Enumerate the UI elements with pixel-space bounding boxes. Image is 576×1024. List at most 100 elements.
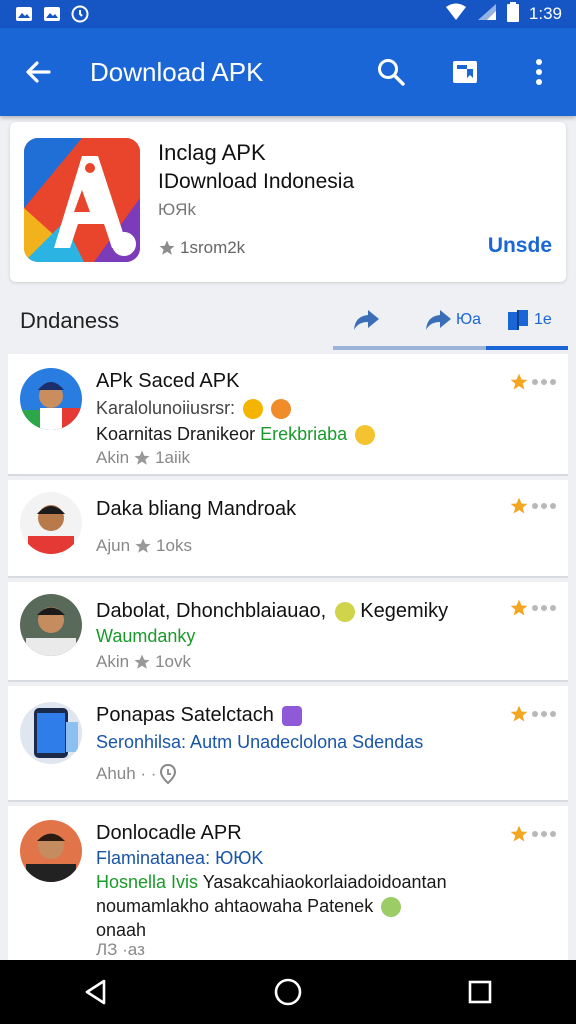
rating-stars <box>509 496 556 516</box>
rating-dot <box>550 503 556 509</box>
rating-dot <box>550 605 556 611</box>
item-line-1: Waumdanky <box>96 626 196 646</box>
section-header: Dndaness Юa 1e <box>0 288 576 352</box>
nav-back-button[interactable] <box>66 962 126 1022</box>
item-title: Daka bliang Mandroak <box>96 498 297 520</box>
smiley-icon <box>355 425 376 446</box>
smiley-icon <box>381 897 402 918</box>
app-size: ЮЯk <box>158 200 196 219</box>
app-subtitle: IDownload Indonesia <box>158 170 355 193</box>
item-title-row: Dabolat, Dhonchblaiauao, Kegemiky <box>96 600 448 623</box>
app-bar: Download APK <box>0 28 576 116</box>
smiley-icon <box>243 399 264 420</box>
item-line-2: Hosnella Ivis Yasakcahiaokorlaiadoidoant… <box>96 872 447 893</box>
app-rating: 1srom2k <box>158 238 245 258</box>
image-icon <box>42 4 62 24</box>
rating-dot <box>532 379 538 385</box>
item-line-2-a: Koarnitas Dranikeor <box>96 424 256 444</box>
avatar <box>20 368 82 430</box>
item-title-b: Kegemiky <box>360 600 449 622</box>
item-line-1-text: Karalolunoiiusrsr: <box>96 398 236 418</box>
back-button[interactable] <box>0 28 76 116</box>
list-item[interactable]: Donlocadle APR Flaminatanea: ЮЮK Hosnell… <box>8 806 568 960</box>
list-item[interactable]: Dabolat, Dhonchblaiauao, Kegemiky Waumda… <box>8 582 568 682</box>
item-author: Akin <box>96 448 130 467</box>
navigation-bar <box>0 960 576 1024</box>
recents-square-icon <box>468 980 492 1004</box>
item-rating: 1aiik <box>155 448 191 467</box>
nav-recents-button[interactable] <box>450 962 510 1022</box>
list-item[interactable]: Daka bliang Mandroak Ajun 1oks <box>8 480 568 578</box>
item-line-4: onaah <box>96 920 147 940</box>
tab-indicator-active <box>486 346 568 350</box>
item-title: APk Saced APK <box>96 370 240 392</box>
nav-home-button[interactable] <box>258 962 318 1022</box>
item-line-2-b: Yasakcahiaokorlaiadoidoantan <box>202 872 447 892</box>
bookmark-icon <box>453 61 477 83</box>
avatar <box>20 702 82 764</box>
item-line-1: Flaminatanea: ЮЮK <box>96 848 264 868</box>
app-card[interactable]: Inclag APK IDownload Indonesia ЮЯk 1srom… <box>10 122 566 282</box>
search-icon <box>378 59 405 86</box>
tab-book-label: 1e <box>534 311 552 328</box>
rating-dot <box>541 831 547 837</box>
tab-share[interactable] <box>352 288 380 352</box>
star-icon <box>134 450 150 465</box>
rating-dot <box>532 605 538 611</box>
share-icon <box>426 310 451 330</box>
item-meta: Akin 1aiik <box>96 448 190 468</box>
app-logo-icon <box>24 138 140 262</box>
item-meta: Akin 1ovk <box>96 652 191 672</box>
rating-dot <box>541 379 547 385</box>
rating-dot <box>541 503 547 509</box>
item-meta: Ahuh · · <box>96 764 177 784</box>
rating-dot <box>541 711 547 717</box>
home-circle-icon <box>274 978 302 1006</box>
item-rating: 1ovk <box>155 652 191 671</box>
star-icon <box>159 240 175 255</box>
star-icon <box>510 497 528 514</box>
item-author: Akin <box>96 652 130 671</box>
rating-stars <box>509 598 556 618</box>
item-line-2-b: Erekbriaba <box>260 424 348 444</box>
rating-dot <box>532 503 538 509</box>
tab-share-secondary[interactable]: Юa <box>424 288 481 352</box>
list-item[interactable]: Ponapas Satelctach Seronhilsa: Autm Unad… <box>8 686 568 802</box>
tab-book[interactable]: 1e <box>506 288 552 352</box>
rating-stars <box>509 824 556 844</box>
item-title: Ponapas Satelctach <box>96 704 274 726</box>
section-title: Dndaness <box>20 308 120 333</box>
rating-dot <box>532 831 538 837</box>
rating-stars <box>509 704 556 724</box>
wifi-icon <box>445 3 467 26</box>
app-rating-text: 1srom2k <box>180 238 246 257</box>
rating-dot <box>541 605 547 611</box>
tab-share-label: Юa <box>456 311 482 328</box>
clock-icon <box>70 4 90 24</box>
more-vert-icon <box>536 59 542 85</box>
item-meta: ЛЗ ·аз <box>96 940 145 959</box>
item-title-row: Ponapas Satelctach <box>96 704 303 727</box>
item-author: Ahuh · · <box>96 764 157 783</box>
tab-indicator-inactive <box>333 346 486 350</box>
install-button[interactable]: Unsde <box>488 234 552 258</box>
smiley-icon <box>334 601 355 622</box>
star-icon <box>510 825 528 842</box>
item-line-3-text: noumamlakho ahtaowaha Patenek <box>96 896 374 916</box>
back-triangle-icon <box>85 979 106 1005</box>
signal-icon <box>477 3 497 26</box>
list-item[interactable]: APk Saced APK Karalolunoiiusrsr: Koarnit… <box>8 354 568 476</box>
image-icon <box>14 4 34 24</box>
item-rating: 1oks <box>156 536 192 555</box>
rating-dot <box>550 831 556 837</box>
more-options-button[interactable] <box>502 28 576 116</box>
bookmark-button[interactable] <box>428 28 502 116</box>
share-icon <box>354 310 379 330</box>
item-line-1: Seronhilsa: Autm Unadeclolona Sdendas <box>96 732 424 752</box>
item-line-2-a: Hosnella Ivis <box>96 872 199 892</box>
back-arrow-icon <box>26 61 51 83</box>
star-icon <box>134 654 150 669</box>
search-button[interactable] <box>354 28 428 116</box>
item-meta: Ajun 1oks <box>96 536 192 556</box>
rating-dot <box>550 711 556 717</box>
